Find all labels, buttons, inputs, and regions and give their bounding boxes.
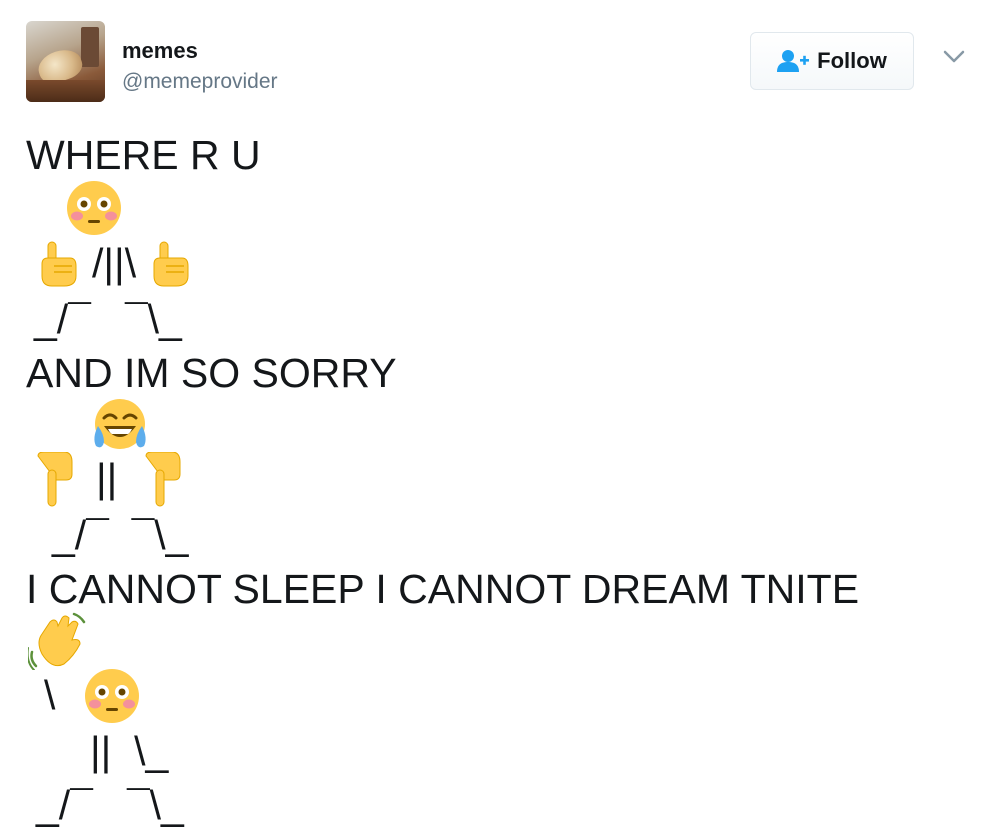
user-handle[interactable]: @memeprovider bbox=[122, 70, 278, 94]
figure3-legs: _/¯ ¯\_ bbox=[36, 782, 184, 828]
follow-button[interactable]: Follow bbox=[750, 32, 914, 90]
pointing-up-emoji bbox=[41, 241, 77, 287]
add-person-icon bbox=[777, 50, 810, 72]
pointing-down-emoji bbox=[37, 452, 73, 507]
avatar[interactable] bbox=[26, 21, 105, 102]
follow-label: Follow bbox=[817, 48, 887, 73]
figure3-body: || \_ bbox=[90, 728, 169, 774]
avatar-shelf bbox=[81, 27, 99, 67]
figure2-legs: _/¯ ¯\_ bbox=[52, 512, 189, 558]
face-with-tears-of-joy-emoji bbox=[94, 399, 146, 449]
flushed-face-emoji bbox=[85, 669, 139, 723]
avatar-table bbox=[26, 80, 105, 102]
figure3-arm: \ bbox=[44, 672, 56, 718]
tweet-line-1: WHERE R U bbox=[26, 132, 261, 178]
figure1-legs: _/¯ ¯\_ bbox=[34, 296, 182, 342]
flushed-face-emoji bbox=[67, 181, 121, 235]
tweet-line-3: I CANNOT SLEEP I CANNOT DREAM TNITE bbox=[26, 566, 860, 612]
waving-hand-emoji bbox=[28, 612, 86, 670]
figure1-body: /||\ bbox=[92, 240, 137, 286]
tweet-line-2: AND IM SO SORRY bbox=[26, 350, 397, 396]
pointing-down-emoji bbox=[145, 452, 181, 507]
chevron-down-icon[interactable] bbox=[943, 50, 965, 64]
pointing-up-emoji bbox=[153, 241, 189, 287]
display-name[interactable]: memes bbox=[122, 38, 198, 64]
figure2-body: || bbox=[96, 455, 118, 501]
